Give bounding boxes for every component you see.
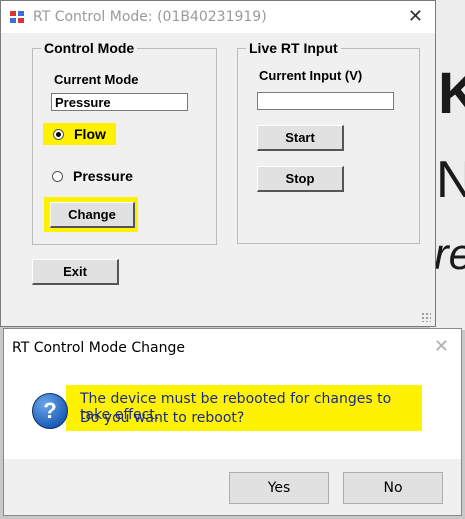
radio-pressure-label: Pressure (73, 168, 133, 184)
app-icon (10, 11, 24, 23)
background-text-1: Ks (438, 61, 465, 126)
current-mode-label: Current Mode (54, 72, 139, 87)
exit-button[interactable]: Exit (32, 259, 119, 285)
radio-pressure-indicator[interactable] (52, 170, 63, 182)
dialog-titlebar[interactable]: RT Control Mode Change ✕ (4, 329, 461, 363)
background-text-3: re (434, 230, 465, 279)
window-titlebar[interactable]: RT Control Mode: (01B40231919) ✕ (1, 1, 435, 33)
current-mode-field[interactable]: Pressure (51, 93, 188, 111)
stop-button[interactable]: Stop (257, 166, 344, 192)
current-input-field[interactable] (257, 92, 394, 110)
live-rt-input-group-title: Live RT Input (246, 40, 341, 56)
question-icon: ? (32, 393, 68, 429)
reboot-dialog: RT Control Mode Change ✕ The device must… (3, 328, 462, 516)
start-button[interactable]: Start (257, 125, 344, 151)
radio-flow-label: Flow (74, 126, 106, 142)
change-button[interactable]: Change (50, 202, 135, 228)
background-text-2: N (436, 151, 465, 209)
live-rt-input-group: Live RT Input Current Input (V) Start St… (237, 40, 420, 244)
rt-control-mode-window: RT Control Mode: (01B40231919) ✕ Control… (0, 0, 436, 327)
radio-flow-indicator[interactable] (53, 128, 64, 140)
message-highlight: The device must be rebooted for changes … (66, 385, 422, 431)
resize-grip-icon[interactable] (421, 312, 431, 322)
dialog-message-line2: Do you want to reboot? (80, 410, 245, 426)
no-button[interactable]: No (343, 472, 443, 504)
dialog-body: The device must be rebooted for changes … (4, 363, 461, 459)
close-icon[interactable]: ✕ (408, 6, 423, 27)
yes-button[interactable]: Yes (229, 472, 329, 504)
radio-pressure[interactable]: Pressure (52, 168, 133, 184)
control-mode-group-title: Control Mode (41, 40, 138, 56)
control-mode-group: Control Mode Current Mode Pressure Flow … (32, 40, 217, 245)
dialog-title: RT Control Mode Change (12, 340, 185, 356)
current-input-label: Current Input (V) (259, 68, 363, 83)
dialog-close-icon[interactable]: ✕ (434, 336, 449, 357)
radio-flow[interactable]: Flow (43, 123, 116, 145)
window-title: RT Control Mode: (01B40231919) (33, 9, 267, 25)
